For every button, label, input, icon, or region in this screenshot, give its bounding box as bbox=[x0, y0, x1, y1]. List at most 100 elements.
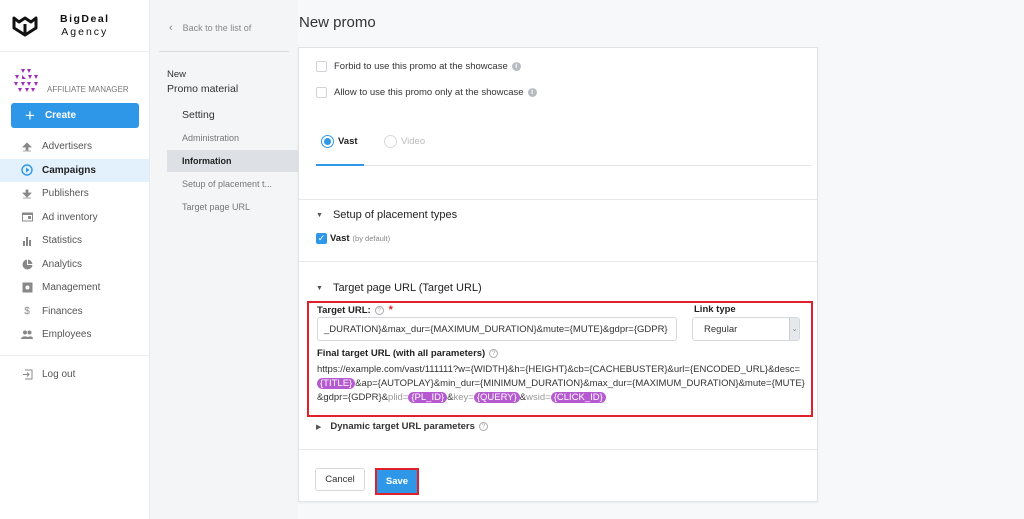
brand-line1: BigDeal bbox=[60, 12, 110, 25]
forbid-showcase-checkbox[interactable] bbox=[316, 61, 327, 72]
sidebar-divider bbox=[0, 354, 149, 356]
sidebar-item-label: Advertisers bbox=[42, 141, 93, 153]
sidebar-item-label: Finances bbox=[42, 305, 83, 317]
caret-down-icon: ▼ bbox=[316, 211, 323, 219]
back-link[interactable]: ‹ Back to the list of bbox=[169, 22, 251, 34]
subnav-item-information[interactable]: Information bbox=[167, 150, 298, 172]
macro-tag-pl-id: {PL_ID} bbox=[408, 392, 448, 403]
radio-unselected-icon bbox=[384, 135, 397, 148]
vast-checkbox[interactable]: ✓ bbox=[316, 233, 327, 244]
sidebar-item-finances[interactable]: $ Finances bbox=[0, 300, 149, 324]
back-label: Back to the list of bbox=[182, 23, 252, 33]
active-tab-indicator bbox=[316, 164, 364, 166]
sidebar-item-employees[interactable]: Employees bbox=[0, 323, 149, 347]
page-title: New promo bbox=[299, 14, 376, 31]
vast-default-note: (by default) bbox=[352, 234, 391, 243]
upload-icon bbox=[20, 140, 34, 154]
tab-label: Vast bbox=[338, 136, 358, 147]
target-url-input[interactable]: _DURATION}&max_dur={MAXIMUM_DURATION}&mu… bbox=[317, 317, 677, 341]
sidebar: BigDeal Agency AFFILIATE MANAGER + Creat… bbox=[0, 0, 150, 519]
radio-selected-icon bbox=[321, 135, 334, 148]
vast-placement-row[interactable]: ✓ Vast (by default) bbox=[316, 233, 390, 244]
link-type-select[interactable]: Regular ⌄ bbox=[692, 317, 800, 341]
allow-only-showcase-checkbox[interactable] bbox=[316, 87, 327, 98]
dynamic-params-label: Dynamic target URL parameters bbox=[330, 421, 475, 432]
logout-icon bbox=[20, 367, 34, 381]
help-icon[interactable]: ? bbox=[478, 422, 488, 431]
forbid-showcase-label: Forbid to use this promo at the showcase bbox=[334, 61, 508, 72]
subnav-setting-heading: Setting bbox=[182, 109, 215, 121]
brand-name: BigDeal Agency bbox=[60, 13, 110, 39]
secondary-nav: ‹ Back to the list of New Promo material… bbox=[151, 0, 298, 519]
bar-chart-icon bbox=[20, 234, 34, 248]
sidebar-item-publishers[interactable]: Publishers bbox=[0, 182, 149, 206]
chevron-left-icon: ‹ bbox=[169, 22, 173, 34]
target-url-label: Target URL: ? * bbox=[317, 304, 393, 316]
info-icon[interactable]: i bbox=[527, 88, 537, 97]
sidebar-item-label: Statistics bbox=[42, 235, 83, 247]
format-tabs: Vast Video bbox=[316, 128, 811, 166]
final-url-label: Final target URL (with all parameters) ? bbox=[317, 348, 499, 359]
footer-divider bbox=[299, 449, 817, 450]
target-section-header[interactable]: ▼ Target page URL (Target URL) bbox=[316, 282, 482, 294]
sidebar-item-management[interactable]: Management bbox=[0, 276, 149, 300]
subnav-promo-label: Promo material bbox=[167, 83, 239, 95]
brand[interactable]: BigDeal Agency bbox=[0, 0, 149, 52]
create-label: Create bbox=[44, 110, 77, 121]
help-icon[interactable]: ? bbox=[489, 349, 499, 358]
info-icon[interactable]: i bbox=[511, 62, 521, 71]
create-button[interactable]: + Create bbox=[11, 103, 139, 128]
sidebar-item-label: Management bbox=[42, 282, 101, 294]
help-icon[interactable]: ? bbox=[374, 305, 384, 315]
final-url-text: https://example.com/vast/111111?w={WIDTH… bbox=[317, 363, 807, 405]
sidebar-item-label: Log out bbox=[42, 368, 76, 380]
target-url-highlight: Target URL: ? * _DURATION}&max_dur={MAXI… bbox=[307, 301, 813, 417]
sidebar-item-statistics[interactable]: Statistics bbox=[0, 229, 149, 253]
subnav-item-label: Administration bbox=[182, 133, 240, 143]
role-block: AFFILIATE MANAGER bbox=[11, 66, 129, 96]
sidebar-item-logout[interactable]: Log out bbox=[0, 363, 149, 387]
inventory-icon bbox=[20, 210, 34, 224]
section-divider bbox=[299, 261, 817, 262]
caret-right-icon: ▶ bbox=[316, 423, 322, 431]
tab-vast[interactable]: Vast bbox=[321, 135, 358, 148]
subnav-item-administration[interactable]: Administration bbox=[167, 127, 298, 149]
placement-section-header[interactable]: ▼ Setup of placement types bbox=[316, 209, 457, 221]
allow-only-showcase-label: Allow to use this promo only at the show… bbox=[334, 87, 524, 98]
dynamic-params-toggle[interactable]: ▶ Dynamic target URL parameters ? bbox=[316, 421, 488, 432]
save-button[interactable]: Save bbox=[377, 470, 417, 493]
people-icon bbox=[20, 328, 34, 342]
subnav-item-label: Target page URL bbox=[182, 202, 251, 212]
sidebar-item-campaigns[interactable]: Campaigns bbox=[0, 158, 149, 182]
subnav-item-target-url[interactable]: Target page URL bbox=[167, 196, 298, 218]
link-type-value: Regular bbox=[704, 323, 738, 335]
pie-chart-icon bbox=[20, 257, 34, 271]
sidebar-item-analytics[interactable]: Analytics bbox=[0, 253, 149, 277]
sidebar-item-ad-inventory[interactable]: Ad inventory bbox=[0, 206, 149, 230]
tab-label: Video bbox=[401, 136, 426, 147]
brand-line2: Agency bbox=[61, 25, 109, 38]
subnav-divider bbox=[159, 51, 289, 52]
sidebar-nav: Advertisers Campaigns Publishers Ad inve… bbox=[0, 135, 149, 386]
subnav-item-label: Setup of placement t... bbox=[182, 179, 273, 189]
tab-video[interactable]: Video bbox=[384, 135, 425, 148]
macro-tag-click-id: {CLICK_ID} bbox=[550, 392, 606, 403]
forbid-showcase-row[interactable]: Forbid to use this promo at the showcase… bbox=[316, 61, 521, 72]
subnav-item-label: Information bbox=[182, 156, 232, 166]
download-icon bbox=[20, 187, 34, 201]
affiliate-logo-icon bbox=[14, 69, 38, 92]
subnav-new-label: New bbox=[167, 69, 187, 80]
final-url-param-key: plid= bbox=[388, 392, 409, 403]
target-section-title: Target page URL (Target URL) bbox=[332, 282, 482, 294]
sidebar-item-advertisers[interactable]: Advertisers bbox=[0, 135, 149, 159]
link-type-label: Link type bbox=[694, 304, 736, 315]
vast-label: Vast bbox=[330, 233, 350, 244]
allow-only-showcase-row[interactable]: Allow to use this promo only at the show… bbox=[316, 87, 537, 98]
cancel-button[interactable]: Cancel bbox=[315, 468, 365, 491]
sidebar-item-label: Publishers bbox=[42, 188, 89, 200]
save-highlight: Save bbox=[375, 468, 419, 495]
subnav-item-placement[interactable]: Setup of placement t... bbox=[167, 173, 298, 195]
sidebar-item-label: Employees bbox=[42, 329, 92, 341]
placement-section-title: Setup of placement types bbox=[332, 209, 458, 221]
plus-icon: + bbox=[25, 106, 35, 125]
